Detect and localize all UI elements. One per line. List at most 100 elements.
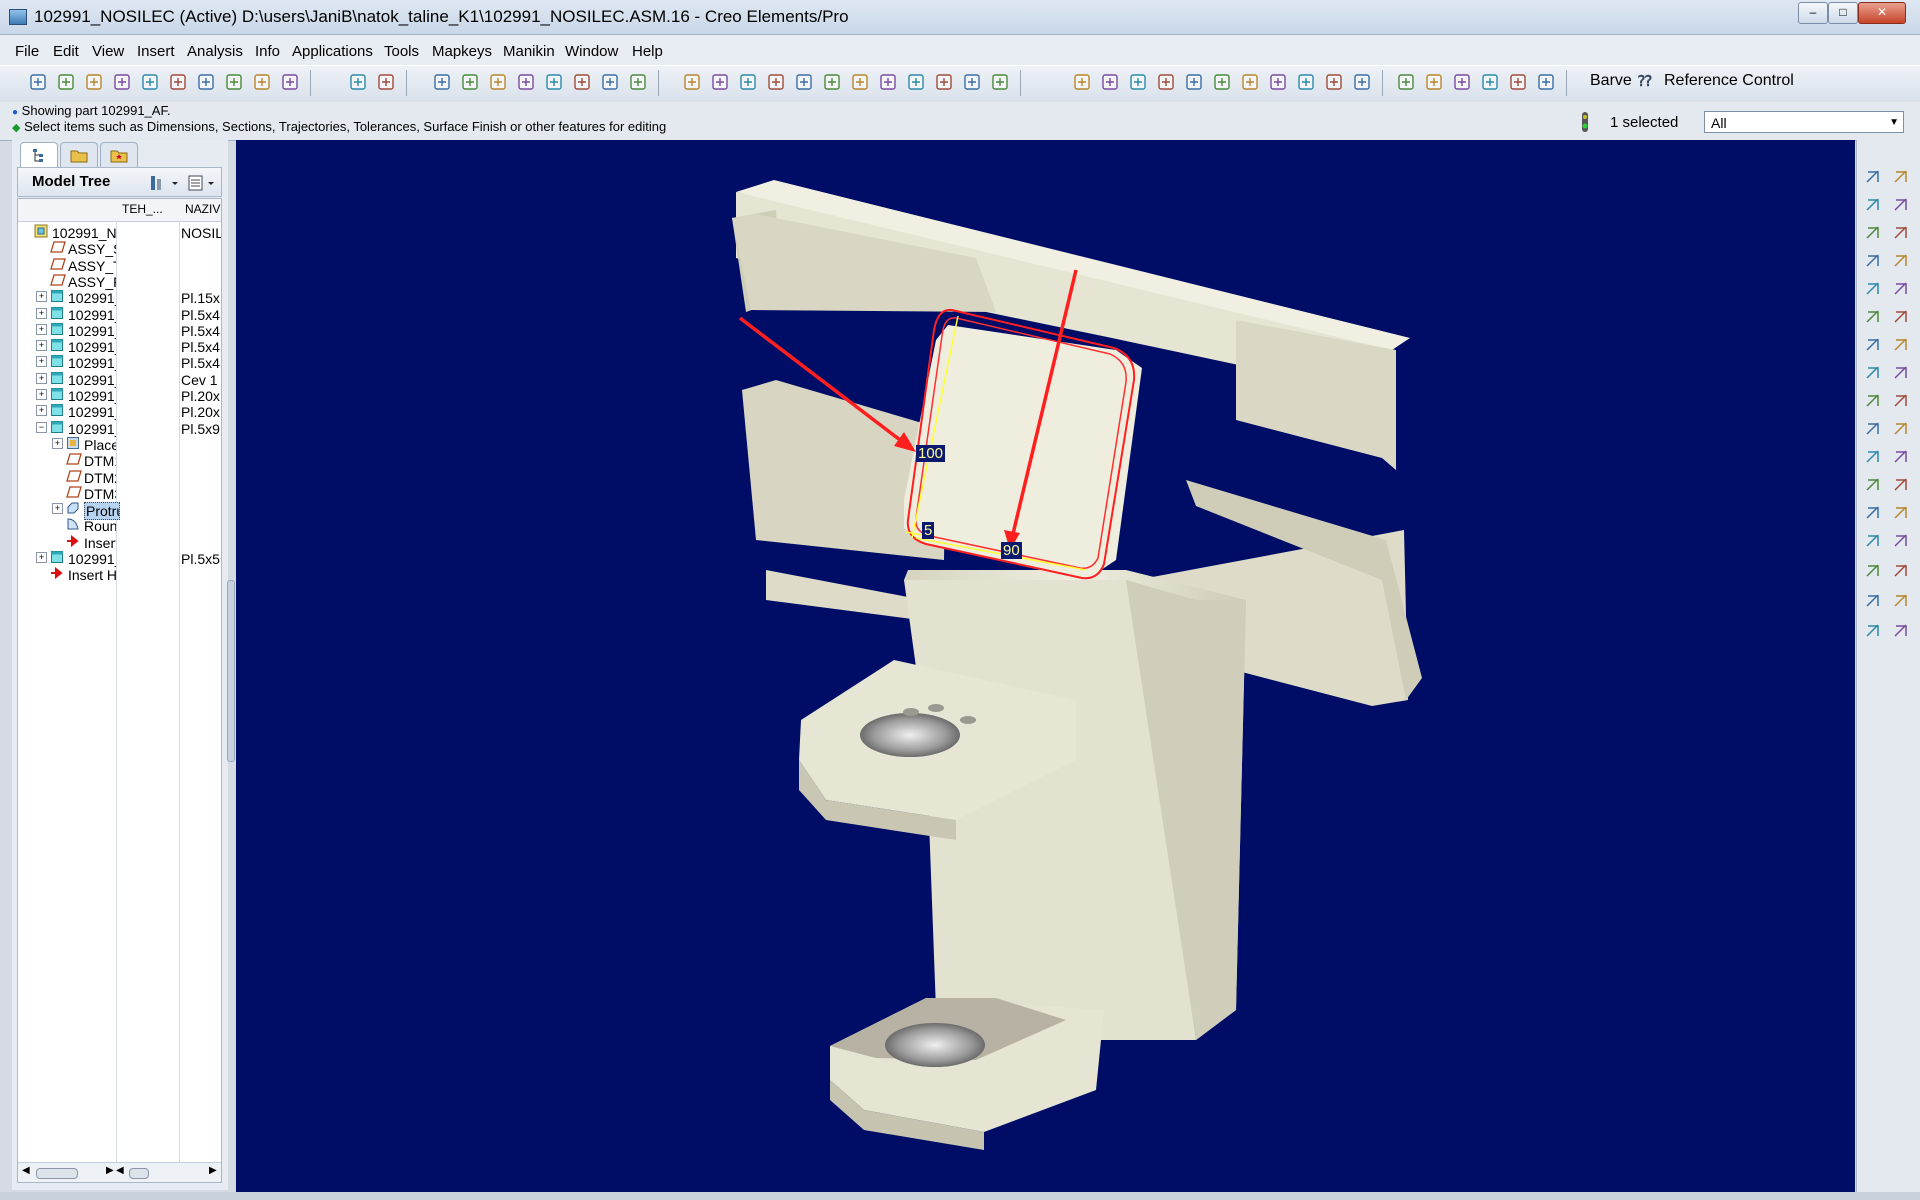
hidden-line-icon[interactable] — [1210, 70, 1234, 94]
datum-plane-display-icon[interactable] — [1098, 70, 1122, 94]
expand-toggle-icon[interactable]: + — [36, 291, 47, 303]
group-tool-icon[interactable] — [1890, 418, 1912, 440]
appearance-icon[interactable] — [988, 70, 1012, 94]
annotation-display-icon[interactable] — [1154, 70, 1178, 94]
reference-control-button[interactable]: Reference Control — [1664, 72, 1794, 90]
csys-tool-icon[interactable] — [1890, 222, 1912, 244]
scroll-thumb[interactable] — [36, 1168, 78, 1179]
view-manager-icon[interactable] — [960, 70, 984, 94]
refit-icon[interactable] — [848, 70, 872, 94]
copy-icon[interactable] — [458, 70, 482, 94]
redo-icon[interactable] — [374, 70, 398, 94]
scroll-left-icon[interactable]: ◀ — [22, 1165, 30, 1176]
selection-filter-dropdown[interactable]: All ▼ — [1704, 111, 1904, 133]
scroll-thumb[interactable] — [129, 1168, 149, 1179]
save-copy-icon[interactable] — [194, 70, 218, 94]
undo-icon[interactable] — [346, 70, 370, 94]
minimize-button[interactable]: – — [1798, 2, 1828, 24]
expand-toggle-icon[interactable]: + — [36, 389, 47, 400]
pattern-tool-icon[interactable] — [1862, 418, 1884, 440]
tab-favorites[interactable] — [100, 142, 138, 167]
layers-icon[interactable] — [932, 70, 956, 94]
tab-model-tree[interactable] — [20, 142, 58, 167]
dimension-value-90[interactable]: 90 — [1001, 542, 1022, 559]
expand-toggle-icon[interactable]: + — [36, 340, 47, 352]
folder-open-icon[interactable] — [278, 70, 302, 94]
close-button[interactable]: ✕ — [1858, 2, 1906, 24]
cut-icon[interactable] — [430, 70, 454, 94]
tree-horizontal-scrollbar[interactable]: ◀ ▶ ◀ ▶ — [18, 1162, 221, 1182]
datum-icon[interactable] — [1450, 70, 1474, 94]
sketch-tool-icon[interactable] — [1862, 166, 1884, 188]
save-icon[interactable] — [82, 70, 106, 94]
sketch-icon[interactable] — [1422, 70, 1446, 94]
sweep-tool-icon[interactable] — [1862, 390, 1884, 412]
spin-center-icon[interactable] — [736, 70, 760, 94]
draft-tool-icon[interactable] — [1890, 306, 1912, 328]
email-icon[interactable] — [138, 70, 162, 94]
shell-tool-icon[interactable] — [1890, 278, 1912, 300]
menu-info[interactable]: Info — [255, 43, 280, 60]
repaint-icon[interactable] — [708, 70, 732, 94]
axis-display-icon[interactable] — [1294, 70, 1318, 94]
tree-settings-button[interactable] — [148, 173, 182, 193]
barve-button[interactable]: Barve — [1590, 72, 1632, 90]
ok-icon[interactable] — [1862, 620, 1884, 642]
file-icon[interactable] — [250, 70, 274, 94]
wireframe-icon[interactable] — [1182, 70, 1206, 94]
split-icon[interactable] — [1506, 70, 1530, 94]
scroll-right-icon[interactable]: ▶ — [106, 1165, 114, 1176]
solidify-tool-icon[interactable] — [1890, 502, 1912, 524]
tree-row[interactable]: Insert Here — [18, 565, 221, 585]
expand-toggle-icon[interactable]: + — [36, 356, 47, 368]
select-filter-icon[interactable] — [1394, 70, 1418, 94]
round-tool-icon[interactable] — [1862, 334, 1884, 356]
shading-icon[interactable] — [680, 70, 704, 94]
expand-toggle-icon[interactable]: + — [36, 323, 47, 335]
scroll-left-icon[interactable]: ◀ — [116, 1165, 124, 1176]
help-pointer-icon[interactable]: ⁇ — [1638, 72, 1652, 90]
mirror-tool-icon[interactable] — [1890, 250, 1912, 272]
print-icon[interactable] — [110, 70, 134, 94]
manikin-icon[interactable] — [1862, 590, 1884, 612]
menu-file[interactable]: File — [15, 43, 39, 60]
shaded-icon[interactable] — [1266, 70, 1290, 94]
menu-mapkeys[interactable]: Mapkeys — [432, 43, 492, 60]
expand-toggle-icon[interactable]: + — [36, 552, 47, 563]
merge-icon[interactable] — [1534, 70, 1558, 94]
datum-curve-tool-icon[interactable] — [1862, 222, 1884, 244]
menu-manikin[interactable]: Manikin — [503, 43, 555, 60]
model-display-icon[interactable] — [1070, 70, 1094, 94]
scroll-right-icon[interactable]: ▶ — [209, 1165, 217, 1176]
select-box-icon[interactable] — [626, 70, 650, 94]
menu-view[interactable]: View — [92, 43, 124, 60]
expand-toggle-icon[interactable]: + — [52, 503, 63, 515]
reorient-icon[interactable] — [876, 70, 900, 94]
regenerate-icon[interactable] — [542, 70, 566, 94]
paste-icon[interactable] — [486, 70, 510, 94]
column-teh[interactable]: TEH_... — [122, 202, 163, 216]
expand-toggle-icon[interactable]: + — [36, 307, 47, 319]
create-component-icon[interactable] — [1862, 560, 1884, 582]
no-hidden-icon[interactable] — [1238, 70, 1262, 94]
weld-icon[interactable] — [1890, 590, 1912, 612]
menu-window[interactable]: Window — [565, 43, 618, 60]
merge-tool-icon[interactable] — [1890, 446, 1912, 468]
analysis-tool-icon[interactable] — [1862, 250, 1884, 272]
trim-icon[interactable] — [1478, 70, 1502, 94]
graphics-window[interactable]: 100 5 90 — [236, 140, 1855, 1192]
expand-toggle-icon[interactable]: + — [36, 405, 47, 417]
menu-help[interactable]: Help — [632, 43, 663, 60]
maximize-button[interactable]: □ — [1828, 2, 1858, 24]
tab-folder-browser[interactable] — [60, 142, 98, 167]
tolerance-display-icon[interactable] — [1126, 70, 1150, 94]
expand-toggle-icon[interactable]: − — [36, 421, 47, 433]
component-tool-icon[interactable] — [1862, 530, 1884, 552]
assemble-tool-icon[interactable] — [1890, 530, 1912, 552]
3d-model-view[interactable] — [236, 140, 1855, 1192]
show-menu-button[interactable] — [186, 173, 220, 193]
datum-plane-tool-icon[interactable] — [1890, 166, 1912, 188]
cancel-icon[interactable] — [1890, 620, 1912, 642]
search-icon[interactable] — [222, 70, 246, 94]
package-icon[interactable] — [1890, 560, 1912, 582]
